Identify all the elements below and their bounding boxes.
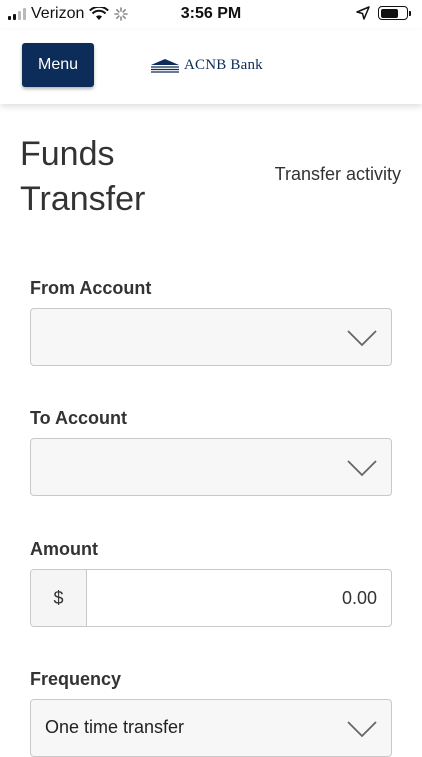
bank-logo-text: ACNB Bank: [184, 57, 263, 73]
frequency-value: One time transfer: [45, 717, 185, 737]
page-title: Funds Transfer: [20, 132, 220, 222]
from-account-label: From Account: [30, 278, 152, 298]
to-account-select[interactable]: [30, 438, 392, 496]
status-right: [356, 6, 411, 20]
app-header: Menu ACNB Bank: [0, 30, 422, 104]
chevron-down-icon: [347, 460, 377, 477]
currency-symbol: $: [31, 570, 87, 626]
bank-logo[interactable]: ACNB Bank: [150, 57, 263, 74]
transfer-activity-link[interactable]: Transfer activity: [275, 164, 401, 185]
page-title-line1: Funds: [20, 135, 115, 173]
chevron-down-icon: [347, 721, 377, 738]
chevron-down-icon: [347, 330, 377, 347]
amount-field: $: [30, 569, 392, 627]
status-bar: Verizon 3:56 PM: [0, 0, 422, 30]
frequency-select[interactable]: One time transfer: [30, 699, 392, 757]
page-title-line2: Transfer: [20, 180, 146, 218]
amount-label: Amount: [30, 539, 98, 559]
menu-button[interactable]: Menu: [22, 43, 94, 87]
to-account-label: To Account: [30, 408, 127, 428]
battery-icon: [378, 6, 411, 20]
bank-logo-icon: [151, 58, 179, 73]
from-account-select[interactable]: [30, 308, 392, 366]
location-arrow-icon: [356, 6, 370, 20]
frequency-label: Frequency: [30, 669, 122, 689]
amount-input[interactable]: [87, 570, 391, 626]
